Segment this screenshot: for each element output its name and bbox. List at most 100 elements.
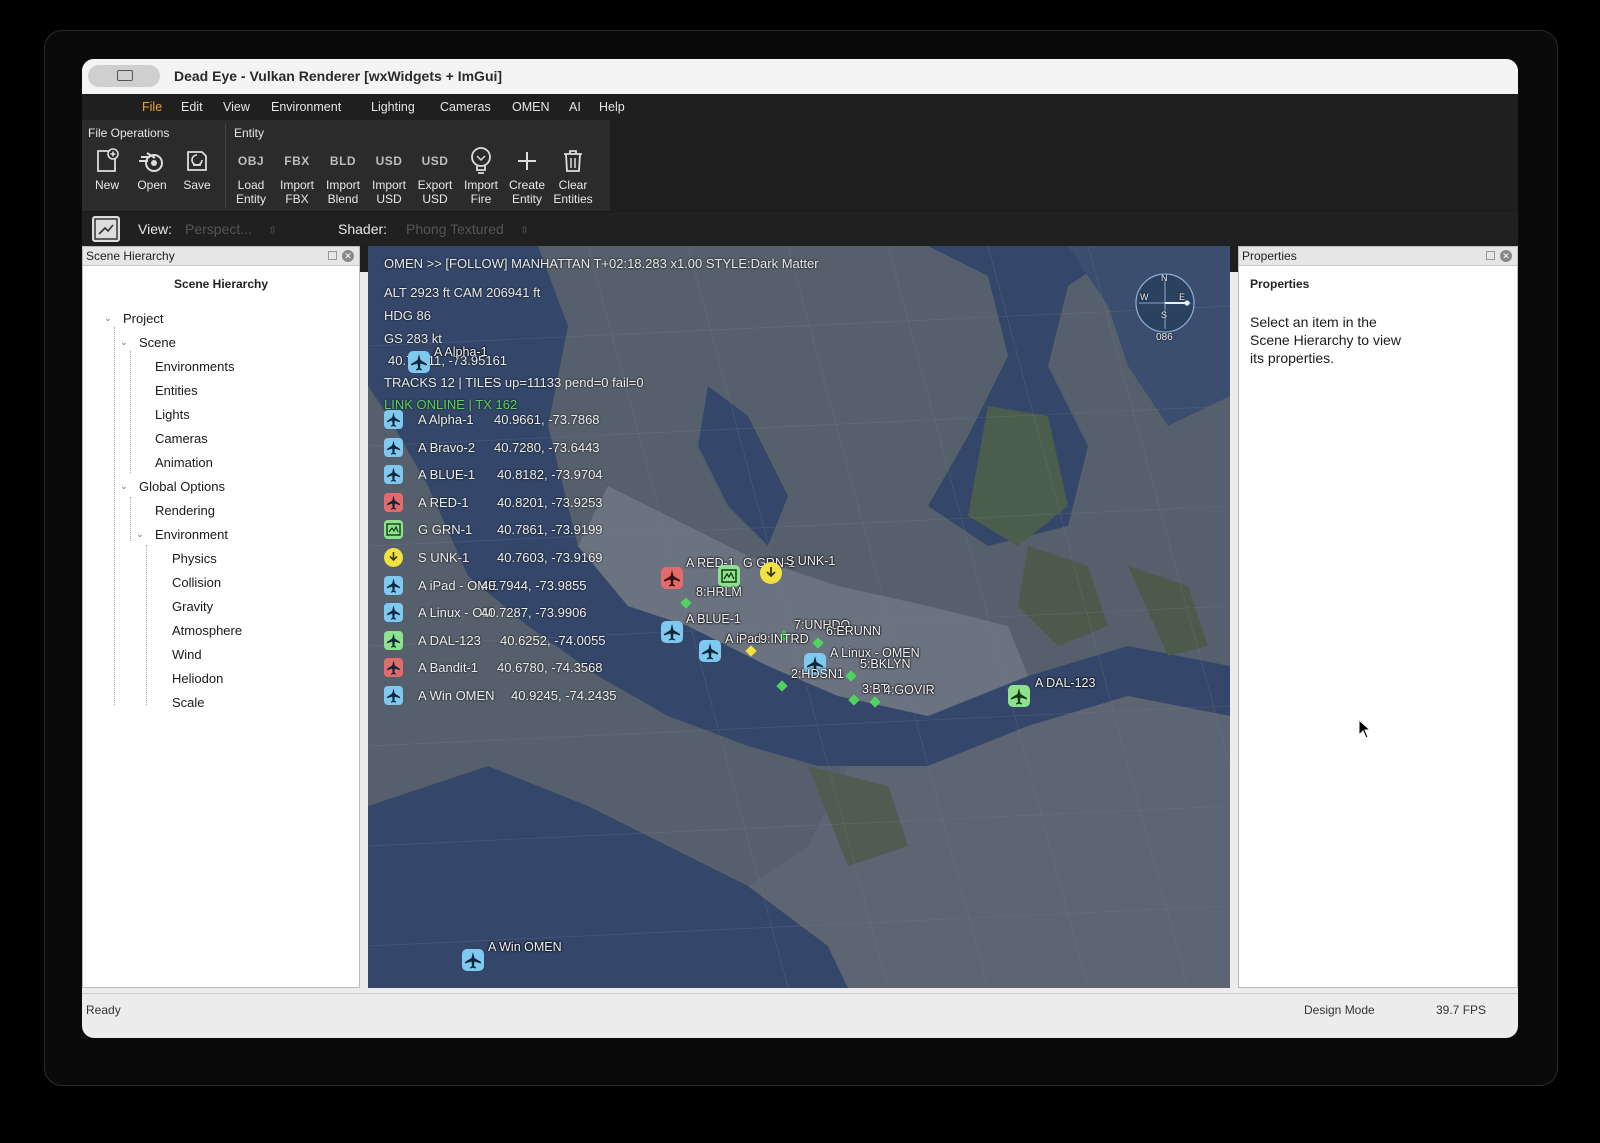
import-fire-button[interactable]: Import Fire: [458, 144, 504, 206]
chevron-down-icon[interactable]: ⌄: [120, 481, 128, 492]
alpha-1-marker[interactable]: [408, 351, 430, 373]
status-mode: Design Mode: [1304, 1003, 1375, 1017]
tree-item-animation[interactable]: Animation: [155, 455, 213, 470]
aircraft-icon: [387, 633, 400, 648]
tree-label: Atmosphere: [172, 623, 243, 638]
map-label-alpha-1: A Alpha-1: [434, 345, 488, 359]
track-badge: [384, 603, 403, 623]
tree-item-heliodon[interactable]: Heliodon: [172, 671, 223, 686]
fire-bulb-icon: [471, 147, 491, 174]
blue-1-marker[interactable]: [661, 621, 683, 643]
chevron-down-icon[interactable]: ⌄: [136, 529, 144, 540]
tree-item-wind[interactable]: Wind: [172, 647, 202, 662]
tree-item-atmosphere[interactable]: Atmosphere: [172, 623, 242, 638]
create-entity-button[interactable]: Create Entity: [504, 144, 550, 206]
import-blend-label-1: Import: [325, 178, 360, 192]
track-badge: [384, 686, 403, 705]
tree-item-project[interactable]: ⌄ Project: [104, 311, 163, 326]
tree-item-scene[interactable]: ⌄ Scene: [120, 335, 176, 350]
aircraft-icon: [702, 643, 718, 660]
track-coordinates: 40.9245, -74.2435: [511, 688, 617, 703]
track-name: A Bandit-1: [418, 660, 478, 676]
scene-hierarchy-panel: Scene Hierarchy ✕ Scene Hierarchy ⌄ Proje…: [82, 246, 360, 988]
tree-guide: [114, 327, 115, 705]
tree-item-scale[interactable]: Scale: [172, 695, 205, 710]
mouse-cursor-icon: [1358, 719, 1372, 739]
menu-environment[interactable]: Environment: [271, 100, 341, 114]
tree-item-environment[interactable]: ⌄ Environment: [136, 527, 228, 542]
menu-help[interactable]: Help: [599, 100, 625, 114]
window-title: Dead Eye - Vulkan Renderer [wxWidgets + …: [174, 68, 503, 84]
menu-cameras[interactable]: Cameras: [440, 100, 491, 114]
map-label-win-omen: A Win OMEN: [488, 940, 562, 954]
aircraft-icon: [411, 354, 427, 371]
tree-item-gravity[interactable]: Gravity: [172, 599, 213, 614]
save-button[interactable]: Save: [174, 144, 220, 192]
map-viewport[interactable]: N E S W 086 OMEN >> [FOLLOW] MANHATTAN T…: [368, 246, 1230, 988]
grn-1-marker[interactable]: [718, 565, 740, 587]
ipad-marker[interactable]: [699, 640, 721, 662]
menu-file[interactable]: File: [142, 100, 162, 114]
map-label-hrlm: 8:HRLM: [696, 585, 742, 599]
menu-omen[interactable]: OMEN: [512, 100, 550, 114]
new-button[interactable]: New: [84, 144, 130, 192]
import-fbx-button[interactable]: FBX Import FBX: [274, 144, 320, 206]
panel-close-icon[interactable]: ✕: [342, 250, 354, 262]
tree-label: Animation: [155, 455, 213, 470]
fbx-icon: FBX: [284, 154, 310, 168]
file-operations-group-title: File Operations: [88, 126, 170, 140]
tree-label: Environment: [155, 527, 228, 542]
red-1-marker[interactable]: [661, 567, 683, 589]
track-badge: [384, 630, 403, 650]
open-button[interactable]: Open: [129, 144, 175, 192]
tree-item-physics[interactable]: Physics: [172, 551, 217, 566]
view-select-value: Perspect...: [185, 221, 252, 237]
tree-item-rendering[interactable]: Rendering: [155, 503, 215, 518]
tree-label: Scale: [172, 695, 205, 710]
track-badge: [384, 575, 403, 595]
compass-w: W: [1140, 292, 1149, 302]
tree-item-cameras[interactable]: Cameras: [155, 431, 208, 446]
viewport-settings-icon: [94, 218, 118, 240]
menu-lighting[interactable]: Lighting: [371, 100, 415, 114]
tree-label: Gravity: [172, 599, 214, 614]
export-usd-button[interactable]: USD Export USD: [412, 144, 458, 206]
import-blend-button[interactable]: BLD Import Blend: [320, 144, 366, 206]
panel-float-icon[interactable]: [328, 251, 337, 260]
load-entity-button[interactable]: OBJ Load Entity: [228, 144, 274, 206]
track-badge: [384, 548, 403, 567]
clear-entities-label-2: Entities: [553, 192, 593, 206]
obj-icon: OBJ: [237, 154, 265, 168]
properties-message-line: its properties.: [1250, 350, 1335, 366]
view-select[interactable]: Perspect... ⇳: [185, 221, 277, 237]
menu-ai[interactable]: AI: [569, 100, 581, 114]
dal-123-marker[interactable]: [1008, 685, 1030, 707]
track-badge: [384, 520, 403, 540]
tree-item-lights[interactable]: Lights: [155, 407, 190, 422]
tree-item-collision[interactable]: Collision: [172, 575, 221, 590]
tree-item-entities[interactable]: Entities: [155, 383, 198, 398]
shader-select[interactable]: Phong Textured ⇳: [406, 221, 529, 237]
panel-float-icon[interactable]: [1486, 251, 1495, 260]
tree-item-global-options[interactable]: ⌄ Global Options: [120, 479, 225, 494]
ribbon-panel: File Operations Entity New Open Save OBJ…: [82, 120, 610, 212]
track-coordinates: 40.7944, -73.9855: [481, 577, 587, 593]
window-control-button[interactable]: [88, 65, 160, 87]
win-omen-marker[interactable]: [462, 949, 484, 971]
tree-label: Global Options: [139, 479, 225, 494]
tree-item-environments[interactable]: Environments: [155, 359, 234, 374]
panel-close-icon[interactable]: ✕: [1500, 250, 1512, 262]
aircraft-icon: [465, 952, 481, 969]
clear-entities-button[interactable]: Clear Entities: [550, 144, 596, 206]
map-label-blue-1: A BLUE-1: [686, 612, 741, 626]
clear-entities-label-1: Clear: [558, 178, 588, 192]
menu-view[interactable]: View: [223, 100, 250, 114]
chevron-down-icon[interactable]: ⌄: [120, 337, 128, 348]
tree-label: Lights: [155, 407, 190, 422]
unk-1-marker[interactable]: [760, 562, 782, 584]
aircraft-icon: [387, 605, 400, 620]
viewport-settings-button[interactable]: [92, 216, 120, 242]
import-usd-button[interactable]: USD Import USD: [366, 144, 412, 206]
menu-edit[interactable]: Edit: [181, 100, 203, 114]
chevron-down-icon[interactable]: ⌄: [104, 313, 112, 324]
